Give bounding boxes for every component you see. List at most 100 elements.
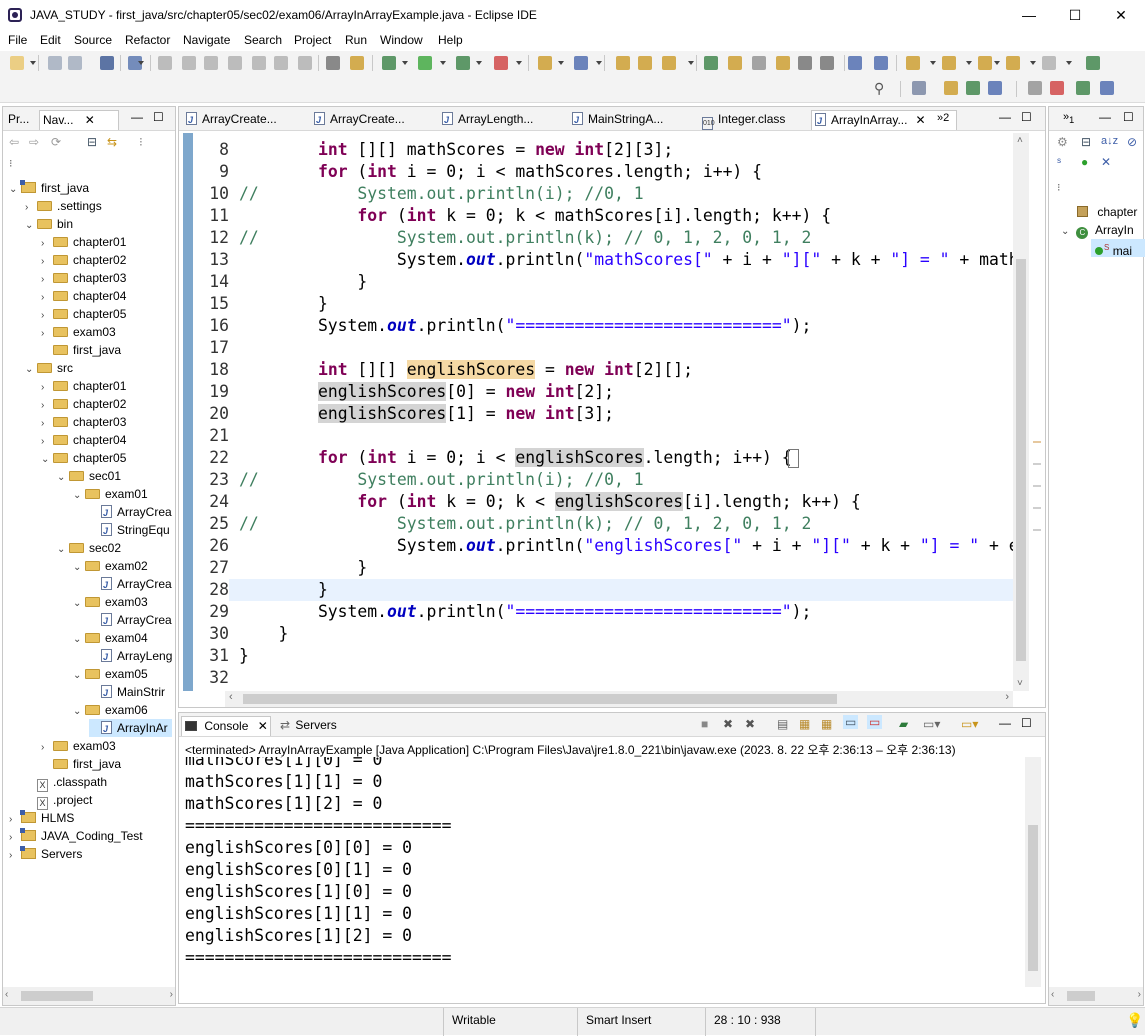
git-perspective-icon[interactable] (988, 81, 1002, 95)
dropdown-caret-icon[interactable] (558, 61, 564, 65)
tree-item[interactable]: › chapter04 (41, 287, 126, 305)
collapse-all-icon[interactable]: ⊟ (87, 135, 97, 149)
code-line[interactable]: } (239, 293, 328, 315)
tree-item[interactable]: ⌄ sec02 (57, 539, 121, 557)
tab-servers[interactable]: ⇄ Servers (277, 716, 337, 736)
tree-item[interactable]: › chapter03 (41, 413, 126, 431)
external-tools-icon[interactable] (494, 56, 508, 70)
tab-navigator[interactable]: Nav... ✕ (39, 110, 119, 130)
tree-item[interactable]: › JAVA_Coding_Test (9, 827, 143, 845)
menu-refactor[interactable]: Refactor (125, 33, 170, 47)
editor-tab[interactable]: MainStringA... (569, 110, 663, 130)
tree-item[interactable]: › HLMS (9, 809, 74, 827)
tree-item[interactable]: ⌄ first_java (9, 179, 89, 197)
code-line[interactable]: int [][] mathScores = new int[2][3]; (239, 139, 673, 161)
outline-perspective-icon[interactable] (1050, 81, 1064, 95)
dropdown-caret-icon[interactable] (476, 61, 482, 65)
back-icon[interactable] (978, 56, 992, 70)
hide-static-icon[interactable]: ˢ (1057, 155, 1061, 169)
tab-console[interactable]: Console ✕ (181, 716, 271, 736)
tree-item[interactable]: › chapter03 (41, 269, 126, 287)
show-stdout-icon[interactable]: ▭ (843, 715, 859, 729)
editor-tab[interactable]: ArrayCreate... (183, 110, 277, 130)
back-icon[interactable]: ⇦ (9, 135, 19, 149)
close-icon[interactable]: ✕ (915, 113, 925, 127)
java-ee-perspective-icon[interactable] (912, 81, 926, 95)
open-perspective-icon[interactable] (1086, 56, 1100, 70)
tree-item[interactable]: X .project (25, 791, 92, 810)
previous-edit-icon[interactable] (942, 56, 956, 70)
tree-item[interactable]: MainStrir (89, 683, 165, 702)
dropdown-caret-icon[interactable] (596, 61, 602, 65)
tree-item[interactable]: › exam03 (41, 737, 116, 755)
tree-item[interactable]: › .settings (25, 197, 102, 215)
toggle-mark-occurrences-icon[interactable] (728, 56, 742, 70)
tree-item[interactable]: › exam03 (41, 323, 116, 341)
dropdown-caret-icon[interactable] (994, 61, 1000, 65)
tree-item[interactable]: › chapter02 (41, 395, 126, 413)
code-line[interactable]: for (int k = 0; k < englishScores[i].len… (239, 491, 861, 513)
dropdown-caret-icon[interactable] (1066, 61, 1072, 65)
tree-item[interactable]: ArrayLeng (89, 647, 172, 666)
tree-item[interactable]: ⌄ exam05 (73, 665, 148, 683)
chevron-down-icon[interactable]: ⌄ (73, 559, 85, 577)
run-icon[interactable] (418, 56, 432, 70)
forward-history-icon[interactable] (1042, 56, 1056, 70)
layout-perspective-icon[interactable] (1076, 81, 1090, 95)
word-wrap-icon[interactable]: ▦ (821, 717, 832, 731)
menu-run[interactable]: Run (345, 33, 367, 47)
code-line[interactable]: System.out.println("mathScores[" + i + "… (239, 249, 1013, 271)
close-icon[interactable]: ✕ (85, 113, 95, 127)
tree-item[interactable]: first_java (41, 341, 121, 359)
tree-item[interactable]: ⌄ chapter05 (41, 449, 126, 467)
drop-frame-icon[interactable] (326, 56, 340, 70)
code-line[interactable]: englishScores[0] = new int[2]; (239, 381, 614, 403)
tab-package-explorer[interactable]: Pr... (5, 110, 29, 130)
new-java-project-icon[interactable] (538, 56, 552, 70)
tree-item[interactable]: ⌄ bin (25, 215, 73, 233)
hide-nonpublic-icon[interactable]: ● (1081, 155, 1088, 169)
tree-item[interactable]: ⌄ exam06 (73, 701, 148, 719)
menu-window[interactable]: Window (380, 33, 423, 47)
tree-item[interactable]: › Servers (9, 845, 82, 863)
dropdown-caret-icon[interactable] (688, 61, 694, 65)
dropdown-caret-icon[interactable] (966, 61, 972, 65)
menu-source[interactable]: Source (74, 33, 112, 47)
code-line[interactable]: for (int i = 0; i < mathScores.length; i… (239, 161, 762, 183)
code-line[interactable]: for (int i = 0; i < englishScores.length… (239, 447, 792, 469)
code-line[interactable]: int [][] englishScores = new int[2][]; (239, 359, 693, 381)
clear-console-icon[interactable]: ▤ (777, 717, 788, 731)
tree-item[interactable]: › chapter01 (41, 233, 126, 251)
search-icon[interactable] (662, 56, 676, 70)
tab-overflow-indicator[interactable]: »2 (937, 112, 949, 124)
close-button[interactable]: ✕ (1098, 0, 1144, 30)
minimize-icon[interactable]: — (999, 716, 1011, 730)
horizontal-scrollbar[interactable]: ‹ › (225, 691, 1013, 707)
up-icon[interactable]: ⟳ (51, 135, 61, 149)
tree-item[interactable]: ⌄ exam04 (73, 629, 148, 647)
chevron-down-icon[interactable]: ⌄ (73, 487, 85, 505)
tree-item[interactable]: ArrayCrea (89, 503, 172, 522)
code-area[interactable]: 8 int [][] mathScores = new int[2][3]; 9 … (193, 139, 1013, 689)
maximize-button[interactable]: ☐ (1052, 0, 1098, 30)
pin-editor-icon[interactable] (752, 56, 766, 70)
minimize-icon[interactable]: — (131, 110, 143, 124)
next-annotation-icon[interactable] (704, 56, 718, 70)
dropdown-caret-icon[interactable] (402, 61, 408, 65)
tree-item[interactable]: ⌄ exam01 (73, 485, 148, 503)
code-line[interactable]: } (239, 579, 328, 601)
horizontal-scrollbar[interactable]: ‹ › (1049, 987, 1143, 1005)
new-icon[interactable] (10, 56, 24, 70)
chevron-down-icon[interactable]: ⌄ (25, 217, 37, 235)
open-task-icon[interactable] (638, 56, 652, 70)
code-line[interactable]: // System.out.println(k); // 0, 1, 2, 0,… (239, 227, 811, 249)
outline-item-class[interactable]: ⌄ C ArrayIn (1061, 221, 1134, 239)
maximize-icon[interactable]: ☐ (1123, 110, 1134, 124)
tree-item[interactable]: ⌄ sec01 (57, 467, 121, 485)
stop-icon[interactable] (204, 56, 218, 70)
next-edit-icon[interactable] (906, 56, 920, 70)
outline-item-method[interactable]: S mai (1091, 239, 1145, 258)
minimize-button[interactable]: — (1006, 0, 1052, 30)
maximize-icon[interactable]: ☐ (1021, 110, 1032, 124)
tree-item[interactable]: ArrayCrea (89, 575, 172, 594)
